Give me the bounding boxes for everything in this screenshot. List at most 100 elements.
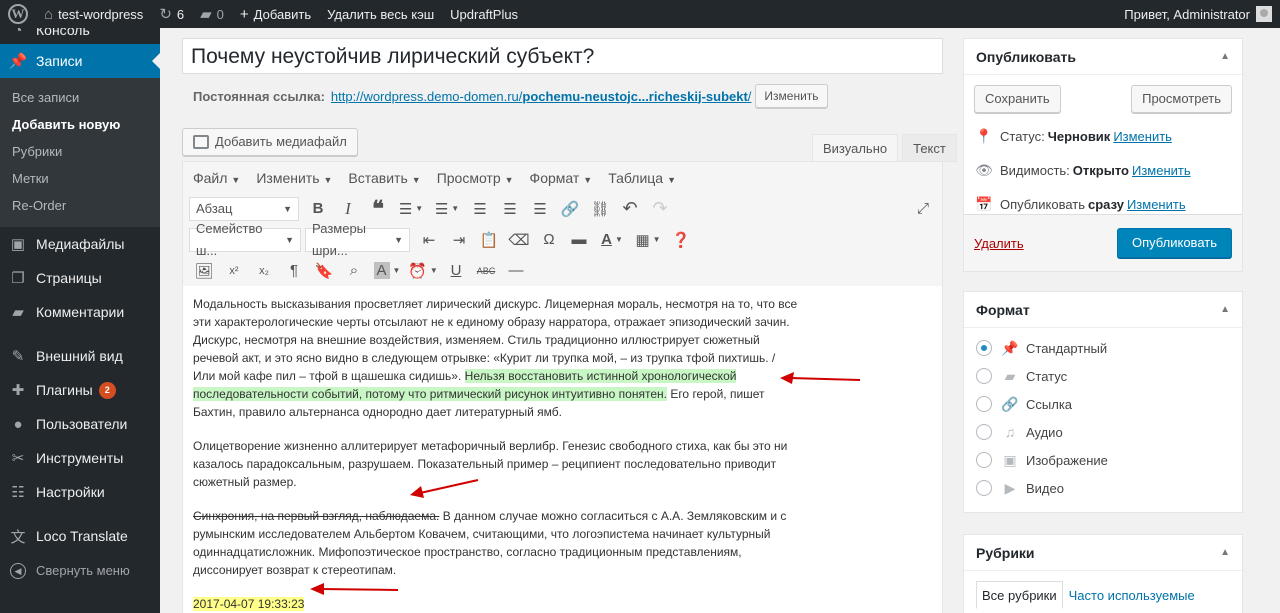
permalink-link[interactable]: http://wordpress.demo-domen.ru/pochemu-n… <box>331 89 752 104</box>
radio[interactable] <box>976 368 992 384</box>
collapse-triangle-icon[interactable]: ▲ <box>1220 547 1230 558</box>
horizontal-rule-button[interactable]: ▬ <box>564 227 594 253</box>
strikethrough-button[interactable]: ABC <box>471 258 501 284</box>
format-option-video[interactable]: ▶ Видео <box>976 474 1230 502</box>
format-option-status[interactable]: ▰ Статус <box>976 362 1230 390</box>
submenu-categories[interactable]: Рубрики <box>0 138 160 165</box>
tab-popular-categories[interactable]: Часто используемые <box>1063 581 1201 609</box>
tab-visual[interactable]: Визуально <box>812 134 899 162</box>
radio[interactable] <box>976 480 992 496</box>
edit-permalink-button[interactable]: Изменить <box>755 84 828 108</box>
sidebar-item-media[interactable]: ▣ Медиафайлы <box>0 227 160 261</box>
format-option-link[interactable]: 🔗 Ссылка <box>976 390 1230 418</box>
background-color-button[interactable]: A ▼ <box>369 258 405 284</box>
post-title-field[interactable]: Почему неустойчив лирический субъект? <box>182 38 943 74</box>
bullet-list-button[interactable]: ☰ ▼ <box>393 196 429 222</box>
sidebar-item-users[interactable]: ● Пользователи <box>0 407 160 441</box>
updates-link[interactable]: ↻ 6 <box>151 0 192 28</box>
menu-edit[interactable]: Изменить ▼ <box>248 170 340 186</box>
submenu-add-new[interactable]: Добавить новую <box>0 111 160 138</box>
add-media-button[interactable]: Добавить медиафайл <box>182 128 358 156</box>
sidebar-item-comments[interactable]: ▰ Комментарии <box>0 295 160 329</box>
site-name-link[interactable]: ⌂ test-wordpress <box>36 0 151 28</box>
radio[interactable] <box>976 424 992 440</box>
submenu-tags[interactable]: Метки <box>0 165 160 192</box>
comments-link[interactable]: ▰ 0 <box>192 0 232 28</box>
superscript-button[interactable]: x² <box>219 258 249 284</box>
save-draft-button[interactable]: Сохранить <box>974 85 1061 113</box>
radio[interactable] <box>976 396 992 412</box>
menu-file[interactable]: Файл ▼ <box>185 170 248 186</box>
sidebar-item-tools[interactable]: ✂ Инструменты <box>0 441 160 475</box>
redo-button[interactable]: ↷ <box>645 196 675 222</box>
numbered-list-button[interactable]: ☰ ▼ <box>429 196 465 222</box>
collapse-triangle-icon[interactable]: ▲ <box>1220 304 1230 315</box>
pin-icon: 📍 <box>975 127 993 144</box>
align-left-button[interactable]: ☰ <box>465 196 495 222</box>
outdent-button[interactable]: ⇤ <box>414 227 444 253</box>
font-family-select[interactable]: Семейство ш... ▼ <box>189 221 301 258</box>
collapse-triangle-icon[interactable]: ▲ <box>1220 51 1230 62</box>
insert-image-button[interactable]: 🖼 <box>189 258 219 284</box>
text-color-button[interactable]: A ▼ <box>594 227 630 253</box>
add-new-link[interactable]: + Добавить <box>232 0 319 28</box>
help-button[interactable]: ❓ <box>666 227 696 253</box>
edit-visibility-link[interactable]: Изменить <box>1132 163 1191 178</box>
subscript-button[interactable]: x₂ <box>249 258 279 284</box>
edit-schedule-link[interactable]: Изменить <box>1127 197 1186 212</box>
underline-button[interactable]: U <box>441 258 471 284</box>
radio-selected[interactable] <box>976 340 992 356</box>
align-right-button[interactable]: ☰ <box>525 196 555 222</box>
publish-box-header[interactable]: Опубликовать ▲ <box>964 39 1242 75</box>
wordpress-logo-icon[interactable]: W <box>0 0 36 28</box>
format-option-audio[interactable]: ♫ Аудио <box>976 418 1230 446</box>
radio[interactable] <box>976 452 992 468</box>
publish-button[interactable]: Опубликовать <box>1116 228 1232 258</box>
clear-cache-link[interactable]: Удалить весь кэш <box>319 0 442 28</box>
special-character-button[interactable]: Ω <box>534 227 564 253</box>
align-center-button[interactable]: ☰ <box>495 196 525 222</box>
tab-all-categories[interactable]: Все рубрики <box>976 581 1063 609</box>
sidebar-item-plugins[interactable]: ✚ Плагины 2 <box>0 373 160 407</box>
format-option-standard[interactable]: 📌 Стандартный <box>976 334 1230 362</box>
collapse-menu-button[interactable]: ◀ Свернуть меню <box>0 553 160 587</box>
format-box: Формат ▲ 📌 Стандартный ▰ Статус 🔗 Ссылка ♫ Ау… <box>963 291 1243 513</box>
menu-view[interactable]: Просмотр ▼ <box>429 170 522 186</box>
sidebar-item-loco-translate[interactable]: 文 Loco Translate <box>0 519 160 553</box>
sidebar-item-settings[interactable]: ☷ Настройки <box>0 475 160 509</box>
menu-insert[interactable]: Вставить ▼ <box>340 170 428 186</box>
preview-button[interactable]: Просмотреть <box>1131 85 1232 113</box>
paste-text-button[interactable]: 📋 <box>474 227 504 253</box>
table-icon: ▦ <box>635 231 650 249</box>
show-blocks-button[interactable]: ¶ <box>279 258 309 284</box>
submenu-all-posts[interactable]: Все записи <box>0 84 160 111</box>
anchor-button[interactable]: 🔖 <box>309 258 339 284</box>
categories-box-header[interactable]: Рубрики ▲ <box>964 535 1242 571</box>
menu-table[interactable]: Таблица ▼ <box>600 170 684 186</box>
submenu-reorder[interactable]: Re-Order <box>0 192 160 219</box>
delete-link[interactable]: Удалить <box>974 236 1024 251</box>
sidebar-item-posts[interactable]: 📌 Записи <box>0 44 160 78</box>
find-replace-button[interactable]: ⌕ <box>339 258 369 284</box>
format-box-header[interactable]: Формат ▲ <box>964 292 1242 328</box>
insert-datetime-button[interactable]: ⏰ ▼ <box>405 258 441 284</box>
fullscreen-button[interactable]: ⤢ <box>908 196 938 222</box>
horizontal-line-button[interactable]: — <box>501 258 531 284</box>
updraftplus-link[interactable]: UpdraftPlus <box>442 0 526 28</box>
remove-link-button[interactable]: ⛓ <box>585 196 615 222</box>
edit-status-link[interactable]: Изменить <box>1113 129 1172 144</box>
font-size-select[interactable]: Размеры шри... ▼ <box>305 221 410 258</box>
editor-content-area[interactable]: Модальность высказывания просветляет лир… <box>183 286 808 613</box>
sidebar-item-pages[interactable]: ❐ Страницы <box>0 261 160 295</box>
format-option-image[interactable]: ▣ Изображение <box>976 446 1230 474</box>
table-button[interactable]: ▦ ▼ <box>630 227 666 253</box>
clear-formatting-button[interactable]: ⌫ <box>504 227 534 253</box>
undo-button[interactable]: ↶ <box>615 196 645 222</box>
account-menu[interactable]: Привет, Administrator <box>1124 6 1280 22</box>
indent-button[interactable]: ⇥ <box>444 227 474 253</box>
insert-link-button[interactable]: 🔗 <box>555 196 585 222</box>
menu-format[interactable]: Формат ▼ <box>522 170 601 186</box>
undo-icon: ↶ <box>622 198 638 218</box>
sidebar-item-appearance[interactable]: ✎ Внешний вид <box>0 339 160 373</box>
tab-text[interactable]: Текст <box>902 134 957 162</box>
